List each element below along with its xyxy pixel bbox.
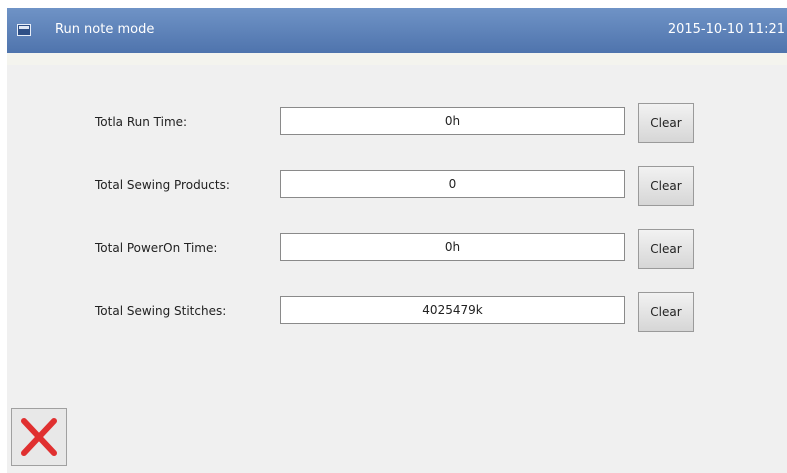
poweron-time-row: Total PowerOn Time: 0h Clear: [7, 229, 787, 269]
clear-poweron-time-button[interactable]: Clear: [638, 229, 694, 269]
sewing-stitches-field: 4025479k: [280, 296, 625, 324]
poweron-time-label: Total PowerOn Time:: [95, 241, 218, 255]
window-title: Run note mode: [55, 22, 155, 37]
close-button[interactable]: [11, 408, 67, 466]
title-bar: Run note mode 2015-10-10 11:21: [7, 8, 787, 53]
run-time-field: 0h: [280, 107, 625, 135]
poweron-time-field: 0h: [280, 233, 625, 261]
run-note-screen: Run note mode 2015-10-10 11:21 Totla Run…: [7, 8, 787, 473]
sewing-products-field: 0: [280, 170, 625, 198]
sewing-stitches-label: Total Sewing Stitches:: [95, 304, 227, 318]
clear-sewing-stitches-button[interactable]: Clear: [638, 292, 694, 332]
window-icon: [17, 24, 31, 36]
header-divider: [7, 53, 787, 65]
sewing-stitches-row: Total Sewing Stitches: 4025479k Clear: [7, 292, 787, 332]
sewing-products-row: Total Sewing Products: 0 Clear: [7, 166, 787, 206]
datetime-display: 2015-10-10 11:21: [667, 22, 785, 37]
clear-sewing-products-button[interactable]: Clear: [638, 166, 694, 206]
run-time-row: Totla Run Time: 0h Clear: [7, 103, 787, 143]
run-time-label: Totla Run Time:: [95, 115, 188, 129]
close-x-icon: [21, 418, 57, 456]
sewing-products-label: Total Sewing Products:: [95, 178, 230, 192]
clear-run-time-button[interactable]: Clear: [638, 103, 694, 143]
